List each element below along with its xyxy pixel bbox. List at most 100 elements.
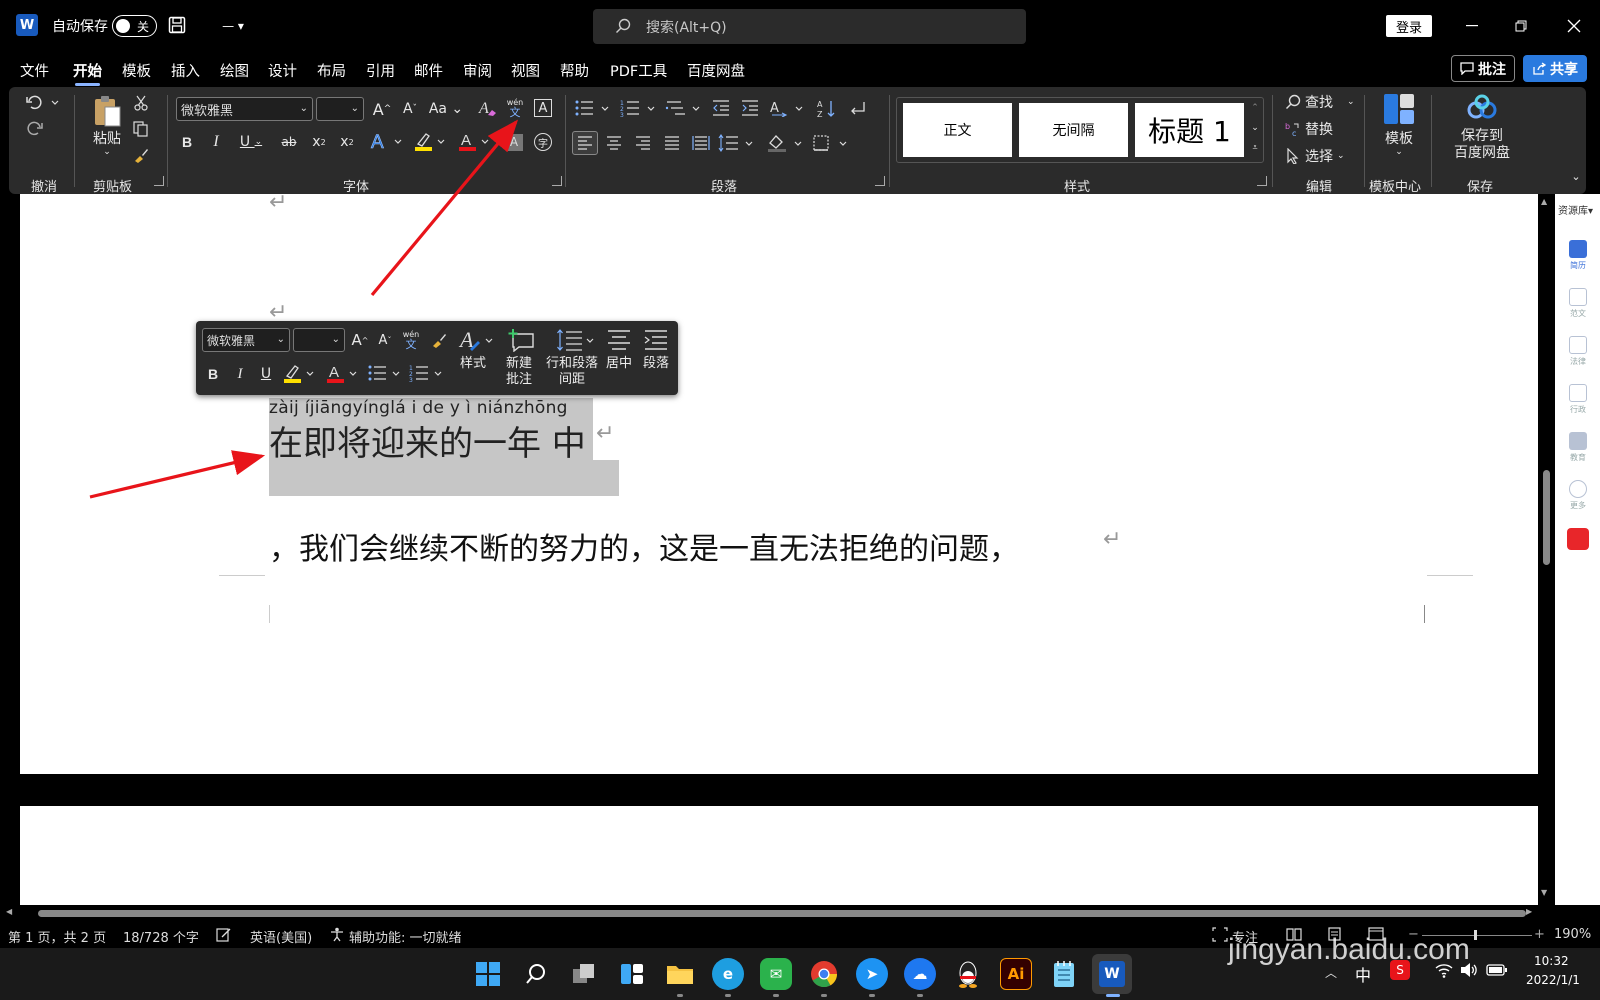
shrink-font-icon[interactable]: Aˇ [399,98,421,120]
side-item-resume[interactable]: 简历 [1563,240,1593,271]
align-left-icon[interactable] [572,131,598,155]
notepad-icon[interactable] [1048,958,1080,990]
find-button[interactable]: 查找 ⌄ [1285,91,1359,113]
template-dropdown-icon[interactable]: ⌄ [1391,145,1407,159]
shading-icon[interactable] [766,131,806,155]
mini-styles-icon[interactable]: A [458,327,494,353]
decrease-indent-icon[interactable] [709,97,733,119]
phonetic-guide-icon[interactable]: wén 文 [503,94,527,122]
template-icon[interactable] [1379,91,1419,127]
styles-more-icon[interactable]: ⩡ [1249,139,1261,157]
collapse-ribbon-icon[interactable]: ⌄ [1569,169,1583,183]
tab-review[interactable]: 审阅 [463,60,492,81]
numbering-icon[interactable]: 123 [619,97,659,119]
line-paragraph-spacing-icon[interactable] [556,327,596,353]
login-button[interactable]: 登录 [1386,15,1432,37]
body-text-line[interactable]: ，我们会继续不断的努力的，这是一直无法拒绝的问题， [269,524,1019,568]
comments-button[interactable]: 批注 [1451,55,1515,82]
character-shading-icon[interactable]: A [503,131,525,153]
distributed-icon[interactable] [688,131,714,155]
tab-design[interactable]: 设计 [268,60,297,81]
italic-icon[interactable]: I [206,131,226,153]
mini-grow-font-icon[interactable]: A ^ [350,329,370,351]
enclose-characters-icon[interactable]: 字 [532,131,554,153]
wechat-work-icon[interactable]: ✉ [760,958,792,990]
battery-icon[interactable] [1486,963,1508,977]
widgets-icon[interactable] [616,958,648,990]
file-explorer-icon[interactable] [664,958,696,990]
tab-draw[interactable]: 绘图 [220,60,249,81]
customize-quick-access-icon[interactable]: — ▾ [218,17,248,35]
mini-paragraph-label[interactable]: 段落 [640,356,672,372]
tab-references[interactable]: 引用 [366,60,395,81]
minimize-icon[interactable] [1460,14,1484,38]
mini-bullets-icon[interactable] [366,361,404,385]
mini-phonetic-guide-icon[interactable]: wén 文 [400,327,422,353]
vertical-scroll-thumb[interactable] [1543,470,1550,565]
mini-format-painter-icon[interactable] [428,329,450,351]
phonetic-guide-text[interactable]: zàij íjiāngyínglá i de y ì niánzhōng [269,398,568,418]
side-item-more[interactable]: 更多 [1563,480,1593,511]
side-item-sample[interactable]: 范文 [1563,288,1593,319]
zoom-level[interactable]: 190% [1554,927,1591,942]
mini-font-size-combo[interactable]: ⌄ [293,328,345,352]
word-taskbar-icon[interactable]: W [1092,954,1132,994]
scroll-down-arrow-icon[interactable]: ▼ [1541,888,1547,897]
tab-baidu-netdisk[interactable]: 百度网盘 [687,60,745,81]
clock-date[interactable]: 2022/1/1 [1526,973,1580,987]
align-center-icon[interactable] [601,131,627,155]
line-paragraph-spacing-label[interactable]: 行和段落 间距 [542,356,602,388]
tab-pdf-tools[interactable]: PDF工具 [610,60,667,81]
justify-icon[interactable] [659,131,685,155]
scroll-left-arrow-icon[interactable]: ◀ [6,907,12,916]
cut-icon[interactable] [131,93,151,113]
accessibility-status[interactable]: 辅助功能: 一切就绪 [349,927,462,946]
character-border-icon[interactable]: A [532,97,554,119]
mini-underline-icon[interactable]: U [257,362,275,386]
side-item-admin[interactable]: 行政 [1563,384,1593,415]
new-comment-icon[interactable] [506,327,536,353]
side-item-education[interactable]: 教育 [1563,432,1593,463]
grow-font-icon[interactable]: A ^ [371,98,393,120]
bold-icon[interactable]: B [177,131,197,153]
text-effects-icon[interactable]: A [369,129,405,153]
mini-paragraph-icon[interactable] [643,327,671,353]
line-spacing-icon[interactable] [717,131,757,155]
word-count[interactable]: 18/728 个字 [123,927,199,946]
tab-view[interactable]: 视图 [511,60,540,81]
tab-mailings[interactable]: 邮件 [414,60,443,81]
clipboard-launcher-icon[interactable] [154,176,164,186]
redo-icon[interactable] [23,117,47,141]
mini-font-name-combo[interactable]: 微软雅黑 ⌄ [202,328,290,352]
autosave-toggle[interactable]: 关 [112,15,157,37]
tab-help[interactable]: 帮助 [560,60,589,81]
close-icon[interactable] [1562,14,1586,38]
scroll-right-arrow-icon[interactable]: ▶ [1526,907,1532,916]
mini-center-label[interactable]: 居中 [603,356,635,372]
style-normal[interactable]: 正文 [903,103,1012,157]
style-heading-1[interactable]: 标题 1 [1135,103,1244,157]
baidu-netdisk-taskbar-icon[interactable]: ☁ [904,958,936,990]
scroll-up-arrow-icon[interactable]: ▲ [1541,197,1547,206]
share-button[interactable]: 共享 [1523,55,1587,82]
styles-scroll-up-icon[interactable]: ⌃ [1249,99,1261,117]
selected-text-line[interactable]: 在即将迎来的一年 中 [269,416,586,465]
clock-time[interactable]: 10:32 [1534,954,1569,968]
side-item-law[interactable]: 法律 [1563,336,1593,367]
mini-italic-icon[interactable]: I [231,362,249,386]
show-formatting-marks-icon[interactable] [845,97,869,121]
replace-button[interactable]: bc 替换 [1285,118,1345,140]
tab-file[interactable]: 文件 [20,60,49,81]
copy-icon[interactable] [131,119,151,139]
style-no-spacing[interactable]: 无间隔 [1019,103,1128,157]
zoom-in-icon[interactable]: + [1534,927,1545,942]
tab-template[interactable]: 模板 [122,60,151,81]
accessibility-icon[interactable] [330,927,344,942]
font-name-combo[interactable]: 微软雅黑 ⌄ [176,97,313,121]
horizontal-scroll-thumb[interactable] [38,910,1526,917]
edge-browser-icon[interactable]: e [712,958,744,990]
mini-styles-label[interactable]: 样式 [458,356,488,372]
new-comment-label[interactable]: 新建 批注 [501,356,537,388]
underline-icon[interactable]: U ⌄ [234,131,268,153]
superscript-icon[interactable]: x2 [337,131,357,153]
